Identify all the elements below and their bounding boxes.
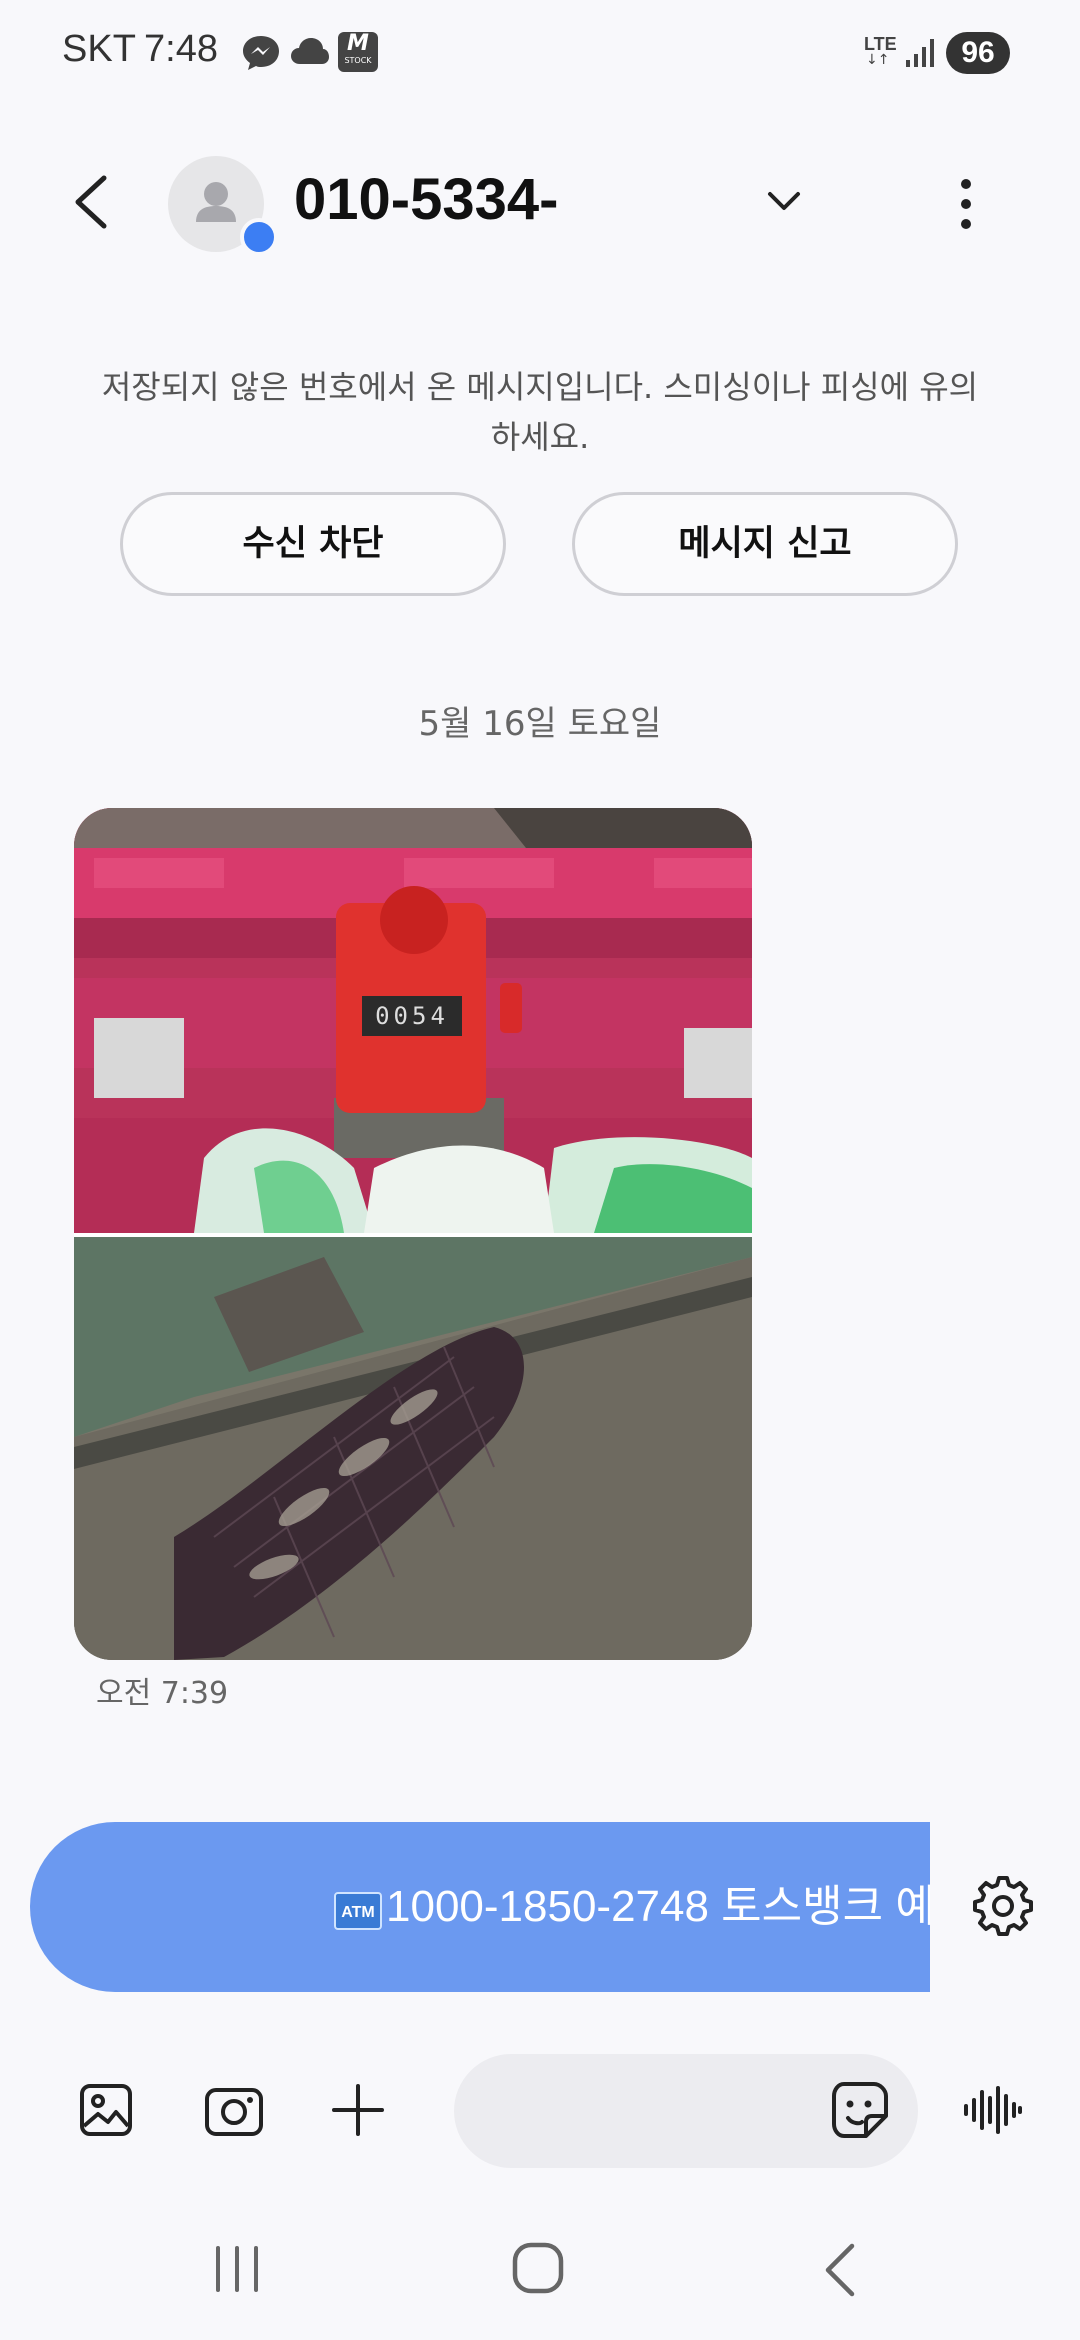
message-timestamp: 오전 7:39: [96, 1676, 229, 1711]
more-vertical-icon: [961, 179, 971, 229]
sticker-button[interactable]: [830, 2080, 890, 2144]
tally-counter-photo[interactable]: 0054: [74, 808, 752, 1233]
expand-contact-button[interactable]: [764, 186, 804, 220]
gallery-icon: [80, 2084, 132, 2136]
message-app-badge: [240, 218, 278, 256]
battery-level: 96: [946, 32, 1010, 74]
recent-apps-button[interactable]: [212, 2244, 262, 2298]
report-message-button[interactable]: 메시지 신고: [572, 492, 958, 596]
back-button[interactable]: [60, 160, 120, 240]
atm-emoji-icon: ATM: [334, 1892, 382, 1930]
date-divider: 5월 16일 토요일: [418, 704, 662, 744]
spam-warning-text: 저장되지 않은 번호에서 온 메시지입니다. 스미싱이나 피싱에 유의하세요.: [101, 368, 979, 456]
settings-button[interactable]: [970, 1872, 1036, 1938]
contact-number[interactable]: 010-5334-: [294, 166, 558, 233]
recent-apps-icon: [216, 2246, 258, 2292]
network-arrows: ↓↑: [866, 52, 890, 68]
signal-icon: [906, 38, 938, 72]
counter-reading: 0054: [375, 1002, 449, 1030]
draft-message-bubble[interactable]: ATM 1000-1850-2748 토스뱅크 예: [30, 1822, 930, 1992]
draft-message-content: ATM 1000-1850-2748 토스뱅크 예: [334, 1870, 930, 1934]
stock-badge-letter: M: [347, 31, 369, 56]
back-nav-icon: [825, 2243, 855, 2297]
home-icon: [512, 2242, 564, 2294]
plus-icon: [332, 2084, 384, 2136]
fish-keepnet-photo[interactable]: [74, 1237, 752, 1660]
camera-icon: [205, 2088, 263, 2136]
voice-icon: [964, 2086, 1022, 2134]
add-attachment-button[interactable]: [330, 2082, 386, 2142]
stock-badge-sub: STOCK: [344, 56, 372, 65]
messenger-icon: [240, 34, 282, 76]
block-number-button[interactable]: 수신 차단: [120, 492, 506, 596]
status-carrier: SKT: [62, 28, 136, 70]
back-icon: [75, 175, 107, 229]
stock-app-icon: M STOCK: [338, 32, 378, 72]
redacted-digits: [620, 170, 740, 236]
home-button[interactable]: [510, 2240, 566, 2300]
chevron-down-icon: [768, 192, 800, 210]
more-options-button[interactable]: [946, 172, 986, 236]
camera-button[interactable]: [204, 2082, 264, 2142]
status-time: 7:48: [144, 28, 218, 70]
cloud-icon: [290, 36, 330, 70]
settings-icon: [973, 1876, 1033, 1936]
sticker-icon: [832, 2082, 888, 2138]
draft-message-text: 1000-1850-2748 토스뱅크 예: [386, 1882, 930, 1931]
image-message-bubble[interactable]: 0054: [74, 808, 752, 1660]
system-back-button[interactable]: [820, 2242, 860, 2302]
gallery-button[interactable]: [78, 2082, 134, 2142]
voice-input-button[interactable]: [962, 2084, 1024, 2140]
